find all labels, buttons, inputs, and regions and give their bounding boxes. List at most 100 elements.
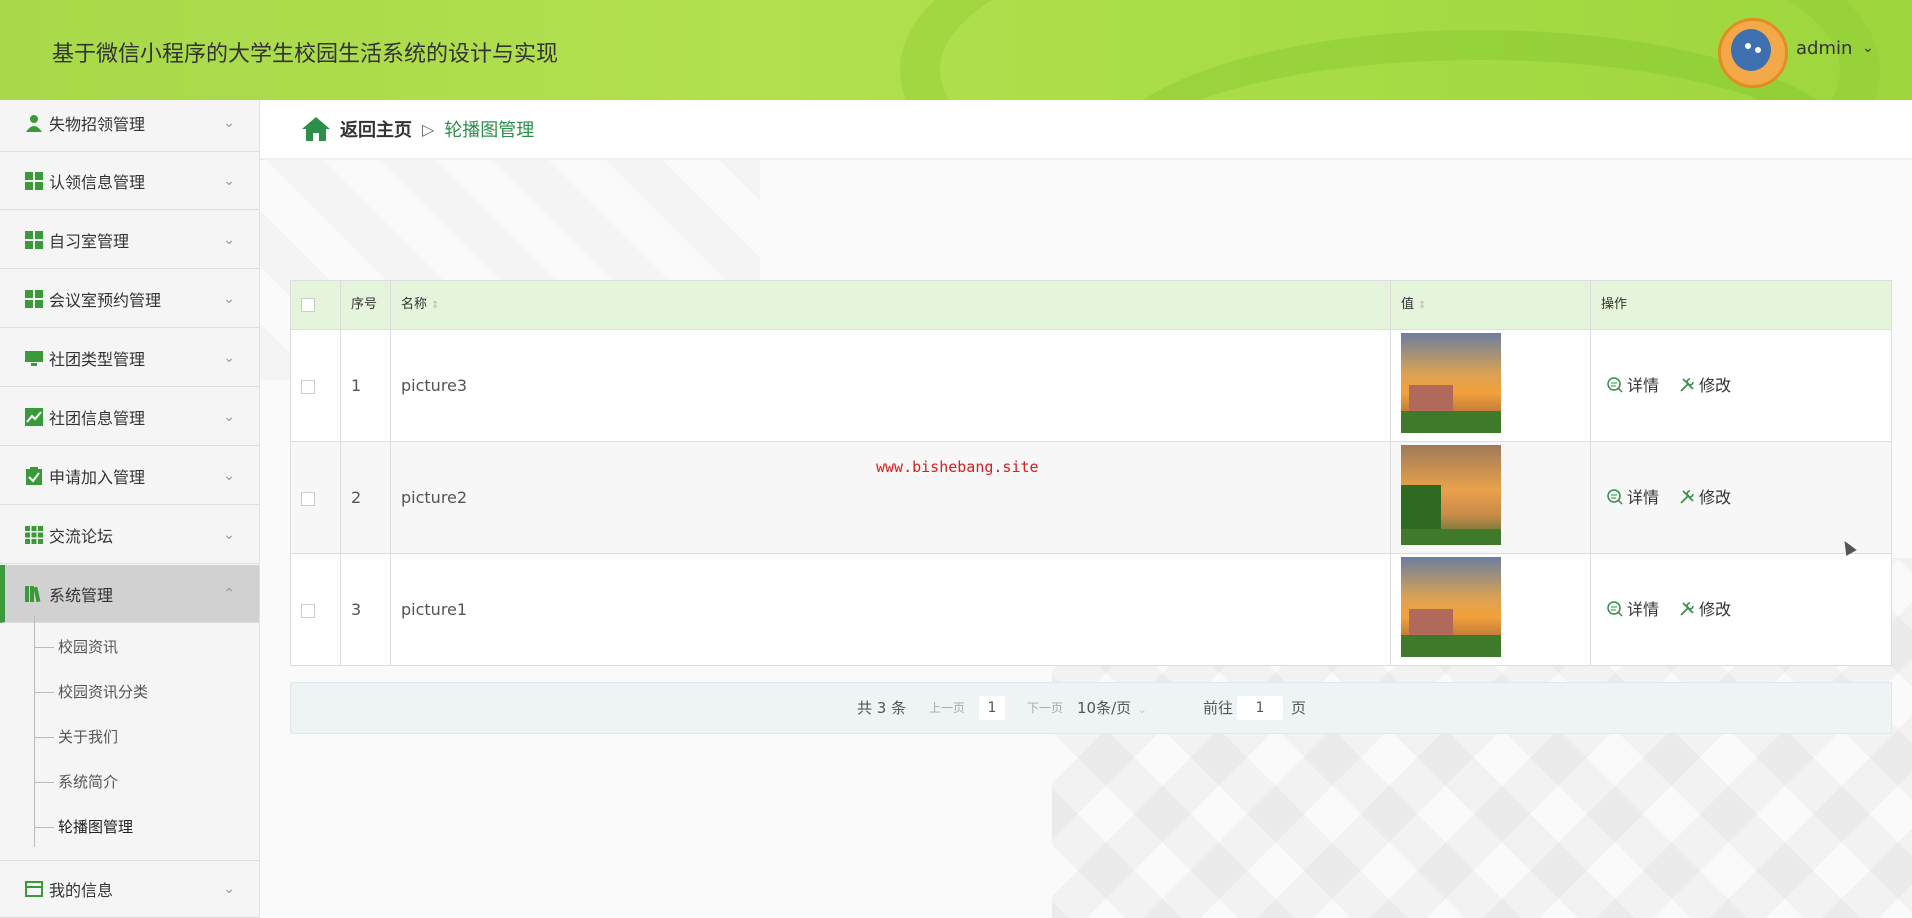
column-header-index: 序号 <box>341 281 391 329</box>
sidebar-item-forum[interactable]: 交流论坛 ⌄ <box>0 506 259 564</box>
row-checkbox[interactable] <box>301 603 315 618</box>
detail-button[interactable]: 详情 <box>1607 554 1659 665</box>
sidebar-item-label: 交流论坛 <box>49 526 114 546</box>
goto-suffix: 页 <box>1291 699 1307 717</box>
chart-icon <box>25 407 43 426</box>
edit-label: 修改 <box>1699 600 1732 619</box>
goto-label: 前往 <box>1203 699 1234 717</box>
breadcrumb: 返回主页 ▷ 轮播图管理 <box>260 100 1912 160</box>
row-index: 2 <box>341 442 391 553</box>
page-number-current[interactable]: 1 <box>979 696 1005 720</box>
sort-icon[interactable]: ⇕ <box>1418 300 1426 311</box>
carousel-thumbnail[interactable] <box>1401 333 1501 433</box>
home-icon[interactable] <box>302 117 330 141</box>
row-name: picture3 <box>391 330 1391 441</box>
submenu-item-news-category[interactable]: 校园资讯分类 <box>34 681 148 702</box>
row-checkbox[interactable] <box>301 379 315 394</box>
table-row: 3 picture1 详情 修改 <box>291 554 1891 665</box>
sidebar-item-meeting-room[interactable]: 会议室预约管理 ⌄ <box>0 270 259 328</box>
page-size-select[interactable]: 10条/页 ⌄ <box>1077 683 1147 734</box>
sort-icon[interactable]: ⇕ <box>431 300 439 311</box>
row-checkbox[interactable] <box>301 491 315 506</box>
card-icon <box>25 880 43 898</box>
apps-icon <box>25 525 43 544</box>
submenu-item-system-intro[interactable]: 系统简介 <box>34 771 118 792</box>
column-header-name[interactable]: 名称 ⇕ <box>391 281 1391 329</box>
detail-icon <box>1607 600 1623 617</box>
sidebar-item-claim-info[interactable]: 认领信息管理 ⌄ <box>0 152 259 210</box>
top-header: 基于微信小程序的大学生校园生活系统的设计与实现 admin ⌄ <box>0 0 1912 100</box>
row-value-cell <box>1391 442 1591 553</box>
edit-button[interactable]: 修改 <box>1679 442 1731 553</box>
select-all-checkbox[interactable] <box>301 297 315 312</box>
carousel-thumbnail[interactable] <box>1401 557 1501 657</box>
book-icon <box>25 585 43 603</box>
submenu-item-about-us[interactable]: 关于我们 <box>34 726 118 747</box>
user-name[interactable]: admin <box>1796 38 1852 59</box>
breadcrumb-current: 轮播图管理 <box>444 120 535 141</box>
page-size-value: 10条/页 <box>1077 699 1132 717</box>
detail-label: 详情 <box>1627 376 1660 395</box>
row-actions-cell: 详情 修改 <box>1591 330 1891 441</box>
chevron-down-icon: ⌄ <box>223 231 235 248</box>
row-actions-cell: 详情 修改 <box>1591 554 1891 665</box>
wrench-icon <box>1680 377 1694 392</box>
sidebar-item-club-type[interactable]: 社团类型管理 ⌄ <box>0 329 259 387</box>
submenu-item-carousel[interactable]: 轮播图管理 <box>34 816 133 837</box>
goto-page-input[interactable]: 1 <box>1237 696 1283 720</box>
row-actions-cell: 详情 修改 <box>1591 442 1891 553</box>
row-select-cell <box>291 554 341 665</box>
detail-button[interactable]: 详情 <box>1607 330 1659 441</box>
carousel-thumbnail[interactable] <box>1401 445 1501 545</box>
column-header-value[interactable]: 值 ⇕ <box>1391 281 1591 329</box>
chevron-down-icon[interactable]: ⌄ <box>1862 40 1874 56</box>
sidebar: 失物招领管理 ⌄ 认领信息管理 ⌄ 自习室管理 ⌄ 会议室预约管理 ⌄ 社团类型… <box>0 100 260 918</box>
edit-button[interactable]: 修改 <box>1679 330 1731 441</box>
sidebar-item-label: 社团类型管理 <box>49 349 146 369</box>
sidebar-item-join-request[interactable]: 申请加入管理 ⌄ <box>0 447 259 505</box>
sidebar-item-label: 会议室预约管理 <box>49 290 162 310</box>
sidebar-item-my-info[interactable]: 我的信息 ⌄ <box>0 860 259 918</box>
chevron-down-icon: ⌄ <box>223 114 235 131</box>
sidebar-item-lost-found[interactable]: 失物招领管理 ⌄ <box>0 94 259 152</box>
sidebar-item-study-room[interactable]: 自习室管理 ⌄ <box>0 211 259 269</box>
avatar[interactable] <box>1718 18 1788 88</box>
row-value-cell <box>1391 554 1591 665</box>
chevron-down-icon: ⌄ <box>223 349 235 366</box>
column-header-actions: 操作 <box>1601 297 1628 312</box>
user-icon <box>25 114 43 132</box>
submenu-item-label: 校园资讯 <box>58 638 119 656</box>
wrench-icon <box>1680 489 1694 504</box>
chevron-down-icon: ⌄ <box>1137 702 1148 716</box>
sidebar-item-label: 认领信息管理 <box>49 172 146 192</box>
edit-label: 修改 <box>1699 488 1732 507</box>
table-row: 1 picture3 详情 修改 <box>291 330 1891 442</box>
clipboard-icon <box>25 466 43 485</box>
sidebar-item-club-info[interactable]: 社团信息管理 ⌄ <box>0 388 259 446</box>
sidebar-item-label: 系统管理 <box>49 585 114 605</box>
edit-button[interactable]: 修改 <box>1679 554 1731 665</box>
next-page-button[interactable]: 下一页 <box>1027 683 1063 733</box>
chevron-down-icon: ⌄ <box>223 526 235 543</box>
avatar-eye <box>1745 43 1751 49</box>
avatar-eye <box>1755 47 1761 53</box>
detail-button[interactable]: 详情 <box>1607 442 1659 553</box>
monitor-icon <box>25 349 43 367</box>
thumbnail-trees <box>1401 411 1501 433</box>
table-header: 序号 名称 ⇕ 值 ⇕ 操作 <box>291 281 1891 330</box>
submenu-item-campus-news[interactable]: 校园资讯 <box>34 636 118 657</box>
app-title: 基于微信小程序的大学生校园生活系统的设计与实现 <box>52 42 559 67</box>
data-table: 序号 名称 ⇕ 值 ⇕ 操作 1 picture3 详情 修改 2 pictur… <box>290 280 1892 666</box>
breadcrumb-home-link[interactable]: 返回主页 <box>340 116 412 142</box>
chevron-down-icon: ⌄ <box>223 290 235 307</box>
row-value-cell <box>1391 330 1591 441</box>
sidebar-item-label: 自习室管理 <box>49 231 130 251</box>
wrench-icon <box>1680 601 1694 616</box>
sidebar-item-label: 我的信息 <box>49 881 114 900</box>
detail-label: 详情 <box>1627 600 1660 619</box>
row-select-cell <box>291 442 341 553</box>
detail-icon <box>1607 488 1623 505</box>
sidebar-item-system[interactable]: 系统管理 ⌃ <box>0 565 259 623</box>
submenu-item-label: 轮播图管理 <box>58 818 134 836</box>
prev-page-button[interactable]: 上一页 <box>929 683 965 733</box>
